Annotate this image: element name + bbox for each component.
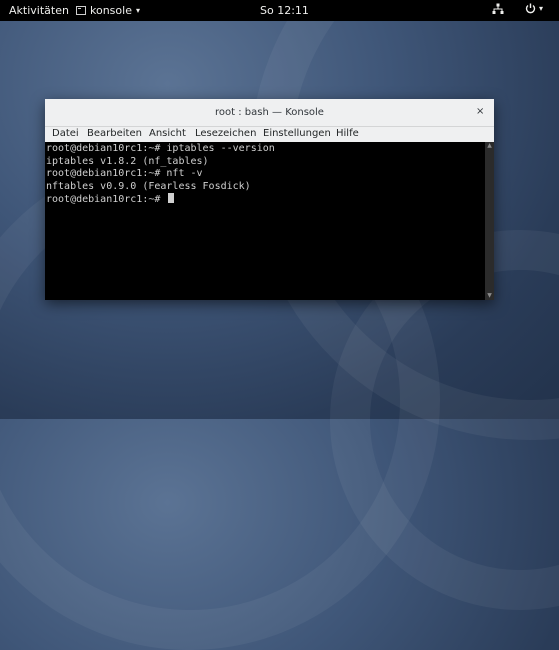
menu-lesezeichen[interactable]: Lesezeichen (195, 128, 256, 139)
menu-bearbeiten[interactable]: Bearbeiten (87, 128, 142, 139)
terminal-line: root@debian10rc1:~# iptables --version (46, 143, 275, 154)
window-title: root : bash — Konsole (215, 107, 324, 118)
app-menu-label: konsole (90, 4, 132, 17)
menu-datei[interactable]: Datei (52, 128, 79, 139)
terminal-line: iptables v1.8.2 (nf_tables) (46, 155, 209, 167)
scroll-up-icon[interactable]: ▲ (485, 142, 494, 150)
terminal-area[interactable]: root@debian10rc1:~# iptables --version i… (45, 142, 485, 300)
system-menu[interactable]: ▾ (525, 3, 543, 14)
terminal-line: nftables v0.9.0 (Fearless Fosdick) (46, 180, 251, 192)
clock[interactable]: So 12:11 (260, 4, 309, 17)
window-titlebar[interactable]: root : bash — Konsole × (45, 99, 494, 127)
caret-down-icon: ▾ (539, 4, 544, 13)
scrollbar[interactable]: ▲ ▼ (485, 142, 494, 300)
top-bar: Aktivitäten konsole ▾ So 12:11 ▾ (0, 0, 559, 21)
menu-hilfe[interactable]: Hilfe (336, 128, 359, 139)
caret-down-icon: ▾ (135, 6, 140, 15)
terminal-prompt-line: root@debian10rc1:~# (46, 193, 175, 207)
menu-einstellungen[interactable]: Einstellungen (263, 128, 331, 139)
scroll-down-icon[interactable]: ▼ (485, 292, 494, 300)
power-icon (525, 3, 536, 14)
menu-ansicht[interactable]: Ansicht (149, 128, 186, 139)
terminal-line: root@debian10rc1:~# nft -v (46, 168, 203, 179)
activities-button[interactable]: Aktivitäten (9, 4, 69, 17)
konsole-window[interactable]: root : bash — Konsole × Datei Bearbeiten… (45, 99, 494, 300)
terminal-prompt: root@debian10rc1:~# (46, 194, 167, 205)
text-cursor (168, 193, 175, 203)
terminal-icon (76, 6, 86, 15)
menu-bar: Datei Bearbeiten Ansicht Lesezeichen Ein… (45, 127, 494, 141)
close-icon[interactable]: × (476, 106, 484, 117)
app-menu[interactable]: konsole ▾ (76, 4, 140, 17)
network-icon[interactable] (492, 3, 504, 18)
